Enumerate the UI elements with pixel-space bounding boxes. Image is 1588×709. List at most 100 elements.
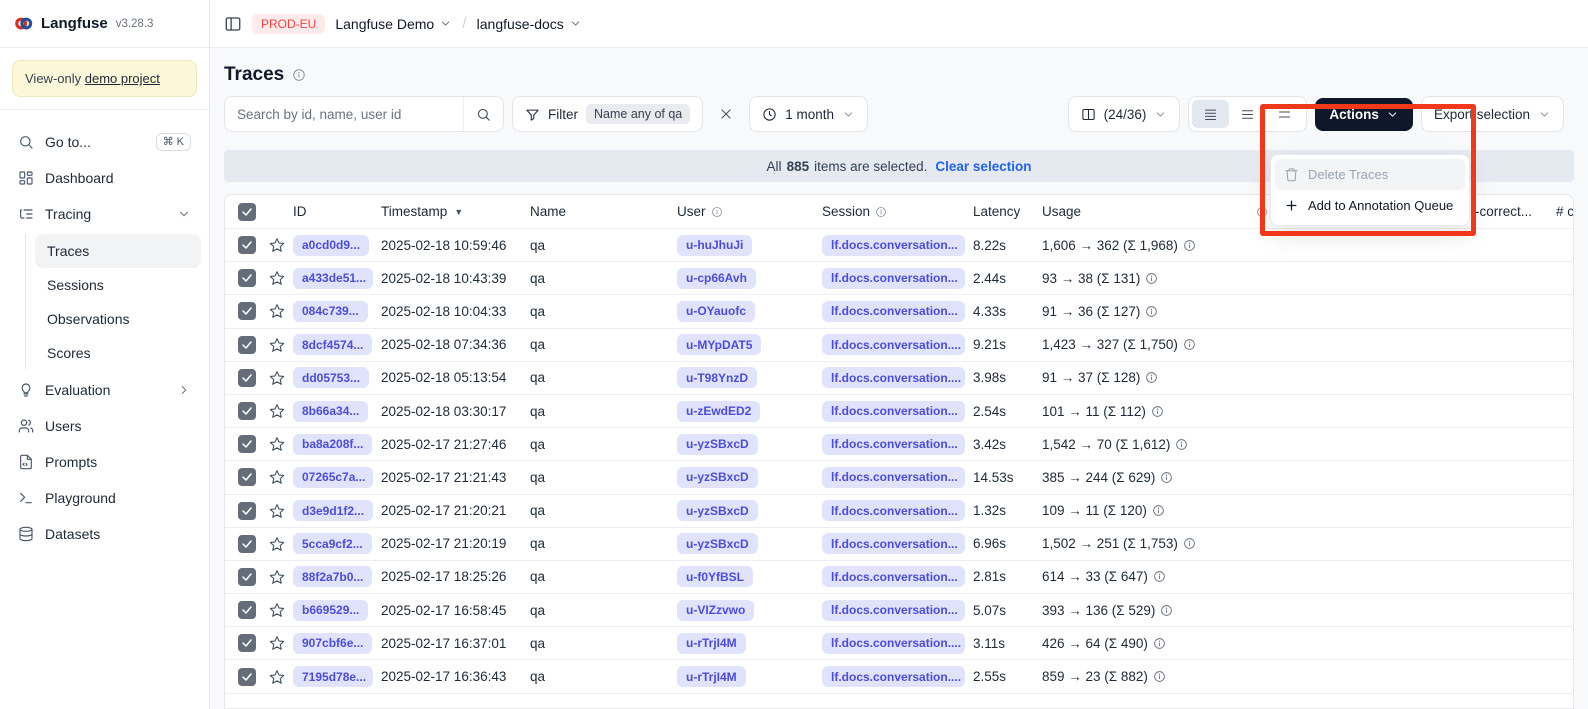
user-link[interactable]: u-yzSBxcD bbox=[677, 500, 758, 521]
sidebar-toggle-icon[interactable] bbox=[224, 15, 242, 33]
trace-id-link[interactable]: a0cd0d9... bbox=[293, 235, 369, 256]
usage-info-icon[interactable] bbox=[1183, 537, 1196, 550]
row-checkbox[interactable] bbox=[238, 402, 256, 420]
trace-id-link[interactable]: a433de51... bbox=[293, 268, 373, 289]
user-link[interactable]: u-zEwdED2 bbox=[677, 401, 760, 422]
actions-button[interactable]: Actions bbox=[1315, 98, 1413, 131]
user-link[interactable]: u-yzSBxcD bbox=[677, 533, 758, 554]
user-link[interactable]: u-yzSBxcD bbox=[677, 467, 758, 488]
row-checkbox[interactable] bbox=[238, 369, 256, 387]
bookmark-star-icon[interactable] bbox=[269, 436, 285, 452]
trace-id-link[interactable]: 88f2a7b0... bbox=[293, 566, 372, 587]
header-score-3[interactable]: # c bbox=[1556, 204, 1573, 219]
export-selection-button[interactable]: Export selection bbox=[1421, 96, 1564, 132]
session-link[interactable]: lf.docs.conversation... bbox=[822, 600, 965, 621]
info-icon[interactable] bbox=[711, 206, 723, 218]
usage-info-icon[interactable] bbox=[1153, 570, 1166, 583]
usage-info-icon[interactable] bbox=[1153, 637, 1166, 650]
user-link[interactable]: u-OYauofc bbox=[677, 301, 755, 322]
usage-info-icon[interactable] bbox=[1160, 604, 1173, 617]
menu-item-add-to-annotation-queue[interactable]: Add to Annotation Queue bbox=[1275, 190, 1465, 221]
project-selector[interactable]: langfuse-docs bbox=[477, 16, 582, 32]
demo-project-link[interactable]: demo project bbox=[85, 71, 160, 86]
row-checkbox[interactable] bbox=[238, 302, 256, 320]
row-checkbox[interactable] bbox=[238, 634, 256, 652]
sidebar-item-prompts[interactable]: Prompts bbox=[8, 444, 201, 480]
header-usage[interactable]: Usage bbox=[1042, 204, 1256, 219]
sidebar-item-scores[interactable]: Scores bbox=[35, 336, 201, 370]
usage-info-icon[interactable] bbox=[1153, 670, 1166, 683]
bookmark-star-icon[interactable] bbox=[269, 536, 285, 552]
trace-id-link[interactable]: ba8a208f... bbox=[293, 434, 372, 455]
header-latency[interactable]: Latency bbox=[973, 204, 1042, 219]
usage-info-icon[interactable] bbox=[1145, 305, 1158, 318]
filter-button[interactable]: Filter Name any of qa bbox=[512, 96, 703, 132]
goto-search[interactable]: Go to... ⌘ K bbox=[8, 124, 201, 160]
session-link[interactable]: lf.docs.conversation... bbox=[822, 566, 965, 587]
info-icon[interactable] bbox=[875, 206, 887, 218]
trace-id-link[interactable]: 8b66a34... bbox=[293, 401, 368, 422]
session-link[interactable]: lf.docs.conversation... bbox=[822, 401, 965, 422]
trace-id-link[interactable]: d3e9d1f2... bbox=[293, 500, 373, 521]
user-link[interactable]: u-VIZzvwo bbox=[677, 600, 754, 621]
usage-info-icon[interactable] bbox=[1145, 371, 1158, 384]
usage-info-icon[interactable] bbox=[1145, 272, 1158, 285]
bookmark-star-icon[interactable] bbox=[269, 503, 285, 519]
sidebar-item-sessions[interactable]: Sessions bbox=[35, 268, 201, 302]
select-all-checkbox[interactable] bbox=[238, 203, 256, 221]
usage-info-icon[interactable] bbox=[1175, 438, 1188, 451]
sidebar-item-tracing[interactable]: Tracing bbox=[8, 196, 201, 232]
session-link[interactable]: lf.docs.conversation... bbox=[822, 301, 965, 322]
usage-info-icon[interactable] bbox=[1151, 405, 1164, 418]
sidebar-item-users[interactable]: Users bbox=[8, 408, 201, 444]
usage-info-icon[interactable] bbox=[1160, 471, 1173, 484]
row-height-medium-icon[interactable] bbox=[1229, 100, 1266, 128]
clear-selection-link[interactable]: Clear selection bbox=[935, 159, 1031, 174]
search-input[interactable] bbox=[225, 107, 463, 122]
sidebar-item-dashboard[interactable]: Dashboard bbox=[8, 160, 201, 196]
search-submit-icon[interactable] bbox=[463, 97, 503, 131]
row-checkbox[interactable] bbox=[238, 336, 256, 354]
user-link[interactable]: u-huJhuJi bbox=[677, 235, 752, 256]
row-height-large-icon[interactable] bbox=[1266, 100, 1303, 128]
session-link[interactable]: lf.docs.conversation... bbox=[822, 235, 965, 256]
header-user[interactable]: User bbox=[677, 204, 822, 219]
row-checkbox[interactable] bbox=[238, 435, 256, 453]
info-icon[interactable] bbox=[292, 68, 306, 82]
trace-id-link[interactable]: 7195d78e... bbox=[293, 666, 373, 687]
bookmark-star-icon[interactable] bbox=[269, 403, 285, 419]
user-link[interactable]: u-rTrjI4M bbox=[677, 633, 746, 654]
session-link[interactable]: lf.docs.conversation... bbox=[822, 467, 965, 488]
user-link[interactable]: u-T98YnzD bbox=[677, 367, 757, 388]
bookmark-star-icon[interactable] bbox=[269, 669, 285, 685]
user-link[interactable]: u-yzSBxcD bbox=[677, 434, 758, 455]
row-checkbox[interactable] bbox=[238, 668, 256, 686]
row-checkbox[interactable] bbox=[238, 568, 256, 586]
sidebar-item-observations[interactable]: Observations bbox=[35, 302, 201, 336]
row-checkbox[interactable] bbox=[238, 269, 256, 287]
bookmark-star-icon[interactable] bbox=[269, 602, 285, 618]
bookmark-star-icon[interactable] bbox=[269, 270, 285, 286]
session-link[interactable]: lf.docs.conversation.... bbox=[822, 334, 965, 355]
row-checkbox[interactable] bbox=[238, 535, 256, 553]
time-range-button[interactable]: 1 month bbox=[749, 96, 868, 132]
org-selector[interactable]: Langfuse Demo bbox=[335, 16, 452, 32]
row-checkbox[interactable] bbox=[238, 236, 256, 254]
header-name[interactable]: Name bbox=[530, 204, 677, 219]
user-link[interactable]: u-rTrjI4M bbox=[677, 666, 746, 687]
sidebar-item-playground[interactable]: Playground bbox=[8, 480, 201, 516]
session-link[interactable]: lf.docs.conversation... bbox=[822, 500, 965, 521]
bookmark-star-icon[interactable] bbox=[269, 237, 285, 253]
session-link[interactable]: lf.docs.conversation.... bbox=[822, 666, 965, 687]
trace-id-link[interactable]: b669529... bbox=[293, 600, 368, 621]
columns-button[interactable]: (24/36) bbox=[1068, 96, 1181, 132]
sidebar-item-datasets[interactable]: Datasets bbox=[8, 516, 201, 552]
trace-id-link[interactable]: 07265c7a... bbox=[293, 467, 373, 488]
bookmark-star-icon[interactable] bbox=[269, 469, 285, 485]
header-timestamp[interactable]: Timestamp▼ bbox=[381, 204, 530, 219]
session-link[interactable]: lf.docs.conversation.... bbox=[822, 633, 965, 654]
row-checkbox[interactable] bbox=[238, 502, 256, 520]
usage-info-icon[interactable] bbox=[1152, 504, 1165, 517]
user-link[interactable]: u-cp66Avh bbox=[677, 268, 756, 289]
row-checkbox[interactable] bbox=[238, 601, 256, 619]
